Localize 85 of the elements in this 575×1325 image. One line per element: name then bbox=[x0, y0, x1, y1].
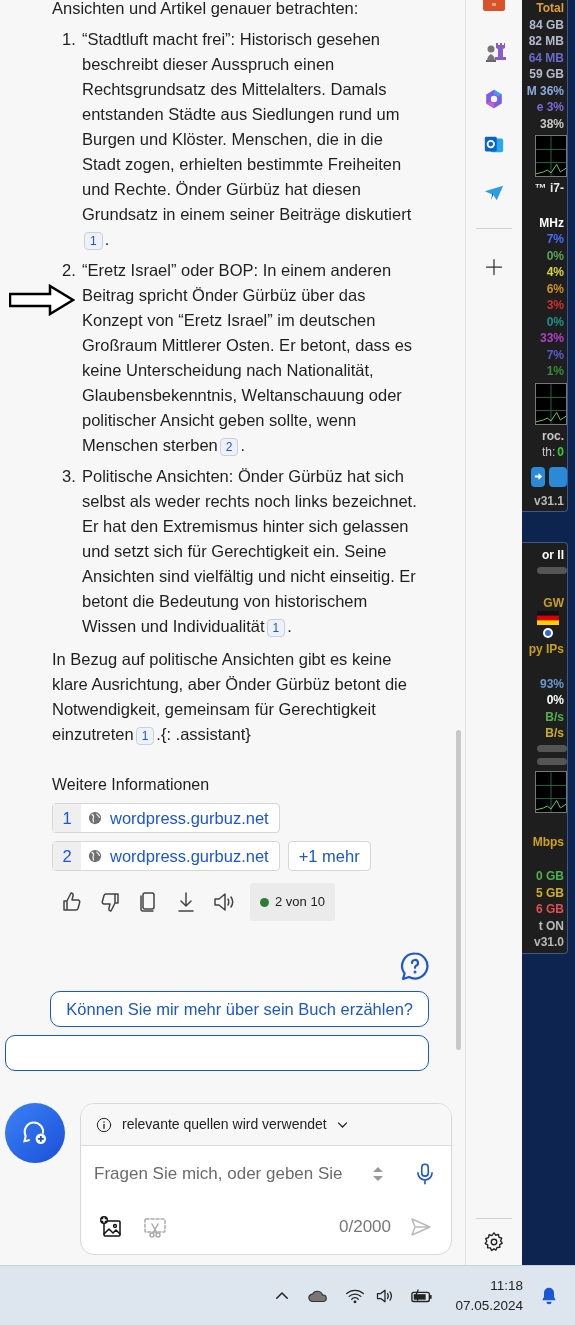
sources-heading: Weitere Informationen bbox=[52, 775, 211, 795]
citation-badge[interactable]: 1 bbox=[135, 726, 155, 745]
counter-text: 2 von 10 bbox=[275, 893, 325, 912]
gadget-graph bbox=[535, 770, 567, 813]
info-icon bbox=[96, 1116, 112, 1133]
gadget-text: py IPs bbox=[528, 641, 564, 658]
gadget-text: 82 MB bbox=[528, 33, 564, 50]
list-number: 1. bbox=[61, 29, 77, 50]
new-chat-button[interactable] bbox=[5, 1103, 65, 1163]
chat-plus-icon bbox=[21, 1119, 49, 1147]
summary-text: In Bezug auf politische Ansichten gibt es keine klare Ausrichtung, aber Önder Gürbüz betont die Notwendigkeit, gemeinsam für Gerechtigkeit einzutreten 1 .{: .assistant} bbox=[52, 649, 408, 747]
character-count: 0/2000 bbox=[339, 1216, 391, 1238]
gadget-text: B/s bbox=[545, 708, 564, 725]
gadget-windows-button[interactable] bbox=[549, 466, 567, 487]
gadget-graph bbox=[535, 382, 567, 425]
hexagon-logo-icon[interactable] bbox=[483, 88, 505, 110]
speaker-icon[interactable] bbox=[212, 890, 236, 914]
gadget-bar bbox=[537, 566, 567, 574]
globe-icon bbox=[88, 811, 102, 825]
gadget-text: B/s bbox=[545, 725, 564, 742]
source-link[interactable]: 2 wordpress.gurbuz.net bbox=[52, 841, 280, 871]
gadget-text: v31.1 bbox=[533, 492, 564, 509]
gadget-text: 7% bbox=[546, 346, 564, 363]
gadget-text: 59 GB bbox=[529, 66, 564, 83]
gadget-text: t ON bbox=[538, 917, 564, 934]
gadget-text: th: bbox=[541, 444, 556, 461]
gadget-text: 84 GB bbox=[529, 16, 564, 33]
list-item-text: Politische Ansichten: Önder Gürbüz hat sich selbst als weder rechts noch links bezeichnet. Er hat den Extremismus hinter sich gelassen und setzt sich für Gerechtigkeit ein. Seine Ansichten sind vielfältig und nicht einseitig. Er betont die Bedeutung von historischem Wissen und Individualität 1 . bbox=[82, 466, 418, 639]
gadget-text: 0% bbox=[546, 692, 564, 709]
gadget-graph bbox=[535, 135, 567, 177]
more-sources-button[interactable]: +1 mehr bbox=[287, 841, 371, 871]
gadget-text: e 3% bbox=[536, 99, 564, 116]
list-item-text: “Stadtluft macht frei”: Historisch gesehen beschreibt dieser Ausspruch einen Rechtsgrundsatz des Mittelalters. Damals entstanden Städte aus Siedlungen rund um Burgen und Klöster. Menschen, die in die Stadt zogen, erhielten bestimmte Freiheiten und Rechte. Önder Gürbüz hat diesen Grundsatz in einem seiner Beiträge diskutiert 1 . bbox=[82, 29, 413, 252]
list-item-text: “Eretz Israel” oder BOP: In einem anderen Beitrag spricht Önder Gürbüz über das Konzept von “Eretz Israel” im deutschen Großraum Mittlerer Osten. Er betont, dass es keine Unterscheidung nach Nationalität, Glaubensbekenntnis, Weltanschauung oder politischer Ansicht geben sollte, wenn Menschen sterben 2 . bbox=[82, 260, 414, 458]
gadget-value: 0 bbox=[557, 444, 564, 461]
list-number: 2. bbox=[61, 260, 77, 281]
gadget-bar bbox=[537, 757, 567, 765]
gadget-text: 0% bbox=[546, 247, 564, 264]
source-link[interactable]: 1 wordpress.gurbuz.net bbox=[52, 803, 280, 833]
add-image-icon[interactable] bbox=[99, 1214, 123, 1239]
toolbox-icon[interactable] bbox=[482, 0, 506, 12]
gadget-bar bbox=[537, 744, 567, 752]
plus-icon[interactable] bbox=[484, 257, 504, 277]
gadget-text: 6% bbox=[546, 280, 564, 297]
radio-icon bbox=[542, 627, 554, 639]
help-bubble-icon[interactable] bbox=[400, 951, 430, 981]
gadget-text: Mbps bbox=[532, 833, 564, 850]
gadget-text: 0% bbox=[546, 313, 564, 330]
settings-icon[interactable] bbox=[483, 1231, 505, 1253]
gadget-text: GW bbox=[543, 594, 564, 611]
gadget-text: 93% bbox=[539, 675, 564, 692]
clock-time: 11:18 bbox=[490, 1276, 523, 1295]
suggestion-chip[interactable] bbox=[5, 1035, 429, 1071]
gadget-text: 33% bbox=[539, 330, 564, 347]
clock-date: 07.05.2024 bbox=[455, 1296, 523, 1315]
gadget-text: or II bbox=[542, 547, 564, 564]
citation-badge[interactable]: 2 bbox=[219, 437, 239, 456]
citation-badge[interactable]: 1 bbox=[266, 618, 286, 637]
gadget-text: 5 GB bbox=[536, 884, 564, 901]
gadget-text: Total bbox=[536, 0, 564, 17]
gadget-text: 1% bbox=[546, 363, 564, 380]
gadget-text: 7% bbox=[546, 231, 564, 248]
arrow-annotation-icon bbox=[9, 284, 75, 316]
intro-text: Ansichten und Artikel genauer betrachten: bbox=[52, 0, 360, 19]
flag-icon bbox=[537, 611, 559, 625]
clock[interactable]: 11:18 07.05.2024 bbox=[455, 1275, 523, 1316]
arrow-icon bbox=[533, 472, 543, 481]
gadget-text: MHz bbox=[539, 214, 564, 231]
gadget-text: 4% bbox=[546, 264, 564, 281]
gadget-text: 0 GB bbox=[536, 868, 564, 885]
battery-charging-icon[interactable] bbox=[411, 1287, 434, 1304]
globe-icon bbox=[88, 849, 102, 863]
gadget-text: roc. bbox=[542, 427, 564, 444]
gadget-text: 64 MB bbox=[528, 49, 564, 66]
gadget-arrow-button[interactable] bbox=[531, 466, 545, 487]
gadget-text: 3% bbox=[546, 297, 564, 314]
gadget-text: ™ i7- bbox=[534, 180, 564, 197]
citation-badge[interactable]: 1 bbox=[84, 231, 103, 250]
gadget-text: v31.0 bbox=[533, 934, 564, 951]
gadget-text: 38% bbox=[539, 115, 564, 132]
suggestion-chip[interactable]: Können Sie mir mehr über sein Buch erzählen? bbox=[50, 991, 429, 1027]
gadget-text: M 36% bbox=[526, 82, 564, 99]
gadget-text: 6 GB bbox=[536, 901, 564, 918]
list-number: 3. bbox=[61, 466, 77, 487]
message-field[interactable]: Fragen Sie mich, oder geben Sie bbox=[94, 1156, 360, 1192]
